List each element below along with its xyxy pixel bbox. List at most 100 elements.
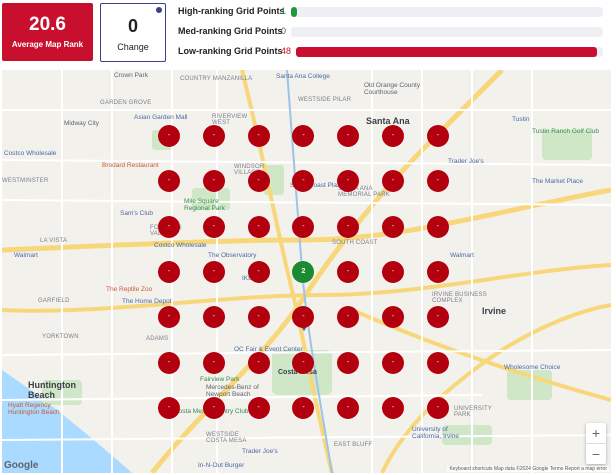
rank-pin[interactable]: - [158,215,180,238]
rank-pin[interactable]: - [202,125,225,147]
rank-pin[interactable]: - [202,260,225,283]
map-label-trader-joes-1: Trader Joe's [448,158,484,165]
med-ranking-row: Med-ranking Grid Points 0 [178,25,603,39]
rank-pin[interactable]: - [247,351,270,374]
map-label-santa-ana-college: Santa Ana College [276,73,330,80]
med-ranking-bar [291,27,603,37]
map-label-midway-city: Midway City [64,120,100,127]
map-label-east-bluff: EAST BLUFF [334,442,373,448]
rank-pin[interactable]: - [337,260,360,283]
low-ranking-bar [296,47,603,57]
map-label-the-reptile-zoo: The Reptile Zoo [106,286,153,293]
map-label-walmart-hb: Walmart [14,252,38,259]
map-label-university-park: UNIVERSITY PARK [454,406,493,418]
map-label-westside-pilar: WESTSIDE PILAR [298,97,352,103]
map-label-wholesome-choice: Wholesome Choice [504,364,561,371]
map-label-in-n-out: In-N-Out Burger [198,462,245,469]
map-label-la-vista: LA VISTA [40,238,68,244]
rank-pin[interactable]: - [247,215,270,238]
map-label-the-observatory: The Observatory [208,252,257,259]
map-label-asian-garden-mall: Asian Garden Mall [134,114,188,121]
rank-pin[interactable]: - [158,260,180,283]
map-label-brodard: Brodard Restaurant [102,162,159,169]
rank-pin[interactable]: - [158,125,180,147]
rank-pin[interactable]: - [202,170,225,193]
map-label-old-orange-county: Old Orange County Courthouse [364,82,421,96]
rank-pin[interactable]: - [337,396,360,419]
zoom-in-button[interactable]: + [586,423,606,443]
rank-pin[interactable]: - [426,306,449,329]
rank-pin[interactable]: - [158,351,180,374]
high-ranking-bar [291,7,603,17]
map-label-tustin-ranch: Tustin Ranch Golf Club [532,128,599,135]
rank-pin[interactable]: - [202,351,225,374]
rank-pin[interactable]: - [337,215,360,238]
rank-pin[interactable]: - [158,396,180,419]
change-label: Change [117,42,149,52]
info-icon[interactable] [156,7,162,13]
change-card: 0 Change [100,3,166,62]
map-label-the-home-depot: The Home Depot [122,298,172,305]
rank-pin[interactable]: - [426,260,449,283]
rank-pin[interactable]: - [292,351,315,374]
rank-pin[interactable]: - [382,396,404,419]
map-label-uc-irvine: University of California, Irvine [412,426,459,440]
map-label-garfield: GARFIELD [38,298,70,304]
zoom-out-button[interactable]: − [586,443,606,464]
rank-pin[interactable]: - [382,351,404,374]
map-label-garden-grove: GARDEN GROVE [100,100,152,106]
zoom-control: + − [586,423,606,464]
rank-pin[interactable]: - [292,215,315,238]
map-label-trader-joes-2: Trader Joe's [242,448,278,455]
map-label-country-manzanilla: COUNTRY MANZANILLA [180,76,253,82]
map-label-costco-fv: Costco Wholesale [154,242,207,249]
map-label-adams: ADAMS [146,336,169,342]
rank-pin[interactable]: - [247,170,270,193]
google-logo: Google [4,460,39,471]
map-label-westminster: WESTMINSTER [2,178,49,184]
map-label-yorktown: YORKTOWN [42,334,79,340]
map-label-oc-fair: OC Fair & Event Center [234,346,303,353]
rank-pin[interactable]: - [426,396,449,419]
rank-pin[interactable]: - [247,396,270,419]
rank-pin[interactable]: - [337,351,360,374]
map-attribution[interactable]: Keyboard shortcuts Map data ©2024 Google… [447,466,609,472]
rank-pin[interactable]: - [202,215,225,238]
map-label-irvine-business: IRVINE BUSINESS COMPLEX [432,292,487,304]
map-label-irvine: Irvine [482,306,507,316]
med-ranking-label: Med-ranking Grid Points [178,26,283,36]
map-label-south-coast: SOUTH COAST [332,240,378,246]
rank-pin[interactable]: - [247,306,270,329]
low-ranking-row: Low-ranking Grid Points 48 [178,45,603,59]
low-ranking-label: Low-ranking Grid Points [178,46,283,56]
rank-pin[interactable]: - [382,260,404,283]
rank-pin[interactable]: - [382,215,404,238]
map-label-riverview-west: RIVERVIEW WEST [212,114,248,126]
med-ranking-count: 0 [281,26,287,36]
rank-pin[interactable]: - [247,125,270,147]
map-label-santa-ana: Santa Ana [366,116,410,126]
map-label-mile-square: Mile Square Regional Park [184,198,225,212]
average-map-rank-card: 20.6 Average Map Rank [2,3,93,61]
rank-pin[interactable]: - [426,125,449,147]
map-label-tustin: Tustin [512,116,530,123]
rank-pin[interactable]: - [426,351,449,374]
rank-pin[interactable]: - [202,396,225,419]
rank-pin[interactable]: - [247,260,270,283]
map-label-walmart: Walmart [450,252,474,259]
map-label-hyatt-regency: Hyatt Regency Huntington Beach [8,402,60,416]
high-ranking-count: 1 [281,6,287,16]
rank-pin[interactable]: - [426,170,449,193]
average-map-rank-value: 20.6 [29,14,66,35]
high-ranking-row: High-ranking Grid Points 1 [178,5,603,19]
high-ranking-fill [291,7,297,17]
rank-pin[interactable]: - [382,125,404,147]
map-label-crown-park: Crown Park [114,72,148,79]
rank-pin[interactable]: - [202,306,225,329]
rank-grid-map[interactable]: Crown Park COUNTRY MANZANILLA Santa Ana … [2,70,611,473]
map-label-costco-westminster: Costco Wholesale [4,150,57,157]
rank-pin[interactable]: - [426,215,449,238]
high-ranking-label: High-ranking Grid Points [178,6,285,16]
map-label-sams-club: Sam's Club [120,210,154,217]
low-ranking-count: 48 [281,46,292,56]
